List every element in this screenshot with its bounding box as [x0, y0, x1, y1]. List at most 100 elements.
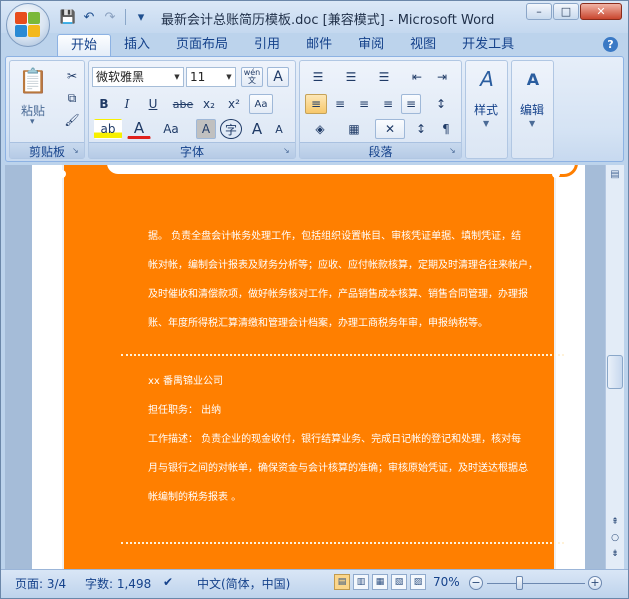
clipboard-launcher-icon[interactable]: ↘: [72, 146, 82, 156]
copy-icon[interactable]: ⧉: [62, 88, 82, 108]
document-area[interactable]: 据。 负责全盘会计帐务处理工作，包括组织设置帐目、审核凭证单据、填制凭证，结 帐…: [5, 165, 605, 569]
draft-icon[interactable]: ▨: [410, 574, 426, 590]
paste-dropdown-icon[interactable]: ▾: [30, 117, 35, 127]
redo-icon[interactable]: ↷: [101, 8, 119, 26]
maximize-button[interactable]: □: [553, 3, 579, 20]
editing-icon[interactable]: A: [520, 66, 546, 92]
undo-icon[interactable]: ↶: [80, 8, 98, 26]
zoom-level[interactable]: 70%: [433, 575, 460, 589]
office-button[interactable]: [6, 3, 50, 47]
proofing-icon[interactable]: ✔: [163, 575, 173, 589]
highlight-button[interactable]: ab: [94, 119, 122, 139]
editing-label[interactable]: 编辑: [520, 101, 544, 118]
char-shading-button[interactable]: A: [196, 119, 216, 139]
zoom-slider-track[interactable]: [487, 583, 585, 584]
line-spacing-button[interactable]: ↕: [426, 94, 456, 114]
help-icon[interactable]: ?: [603, 37, 618, 52]
enclose-chars-button[interactable]: 字: [220, 119, 242, 139]
font-size-combo[interactable]: 11 ▼: [186, 67, 236, 87]
tab-review[interactable]: 审阅: [345, 34, 397, 56]
chevron-down-icon[interactable]: ▼: [483, 119, 489, 128]
numbering-button[interactable]: ☰: [336, 67, 366, 87]
show-marks-button[interactable]: ¶: [435, 119, 457, 139]
select-browse-object-icon[interactable]: ○: [608, 533, 622, 545]
chevron-down-icon[interactable]: ▼: [223, 68, 235, 86]
paragraph-launcher-icon[interactable]: ↘: [449, 146, 459, 156]
font-color-button[interactable]: A: [127, 119, 151, 139]
outline-icon[interactable]: ▧: [391, 574, 407, 590]
phonetic-guide-button[interactable]: wén 文: [241, 67, 263, 87]
doc-paragraph-line: 帐编制的税务报表 。: [148, 492, 242, 503]
panel-knob-left: [58, 170, 66, 178]
asian-layout-button[interactable]: ✕: [375, 119, 405, 139]
italic-button[interactable]: I: [117, 94, 137, 114]
customize-qat-icon[interactable]: ▾: [132, 8, 150, 26]
increase-indent-button[interactable]: ⇥: [431, 67, 453, 87]
align-right-button[interactable]: ≡: [353, 94, 375, 114]
title-bar: 💾 ↶ ↷ ▾ 最新会计总账简历模板.doc [兼容模式] - Microsof…: [1, 1, 628, 47]
justify-button[interactable]: ≡: [377, 94, 399, 114]
grow-font-button[interactable]: A: [247, 119, 267, 139]
cut-icon[interactable]: ✂: [62, 66, 82, 86]
next-page-icon[interactable]: ⇟: [608, 549, 622, 561]
word-count[interactable]: 字数: 1,498: [85, 575, 151, 592]
strikethrough-button[interactable]: abe: [171, 94, 195, 114]
char-border-button[interactable]: A: [267, 67, 289, 87]
vertical-scrollbar[interactable]: ▤ ⇞ ○ ⇟: [605, 165, 624, 569]
superscript-button[interactable]: x²: [223, 94, 245, 114]
paste-icon[interactable]: 📋: [16, 65, 50, 97]
language-indicator[interactable]: 中文(简体，中国): [197, 575, 290, 592]
sort-button[interactable]: ↕: [410, 119, 432, 139]
resume-panel: 据。 负责全盘会计帐务处理工作，包括组织设置帐目、审核凭证单据、填制凭证，结 帐…: [58, 165, 578, 569]
font-group: 微软雅黑 ▼ 11 ▼ wén 文 A B I U abe x₂ x² Aa a…: [88, 60, 296, 159]
align-left-button[interactable]: ≡: [305, 94, 327, 114]
tab-page-layout[interactable]: 页面布局: [163, 34, 241, 56]
tab-insert[interactable]: 插入: [111, 34, 163, 56]
subscript-button[interactable]: x₂: [198, 94, 220, 114]
full-screen-reading-icon[interactable]: ▥: [353, 574, 369, 590]
tab-mailings[interactable]: 邮件: [293, 34, 345, 56]
print-layout-icon[interactable]: ▤: [334, 574, 350, 590]
styles-group[interactable]: A 样式 ▼: [465, 60, 508, 159]
clear-format-button[interactable]: Aa: [249, 94, 273, 114]
document-page[interactable]: 据。 负责全盘会计帐务处理工作，包括组织设置帐目、审核凭证单据、填制凭证，结 帐…: [32, 165, 585, 569]
minimize-button[interactable]: –: [526, 3, 552, 20]
chevron-down-icon[interactable]: ▼: [529, 119, 535, 128]
center-button[interactable]: ≡: [329, 94, 351, 114]
borders-button[interactable]: ▦: [339, 119, 369, 139]
tab-home[interactable]: 开始: [57, 34, 112, 56]
scrollbar-thumb[interactable]: [607, 355, 623, 389]
multilevel-list-button[interactable]: ☰: [369, 67, 399, 87]
editing-group[interactable]: A 编辑 ▼: [511, 60, 554, 159]
company-name: xx 番禺锦业公司: [148, 376, 224, 387]
save-icon[interactable]: 💾: [59, 8, 77, 26]
distributed-button[interactable]: ≡: [401, 94, 421, 114]
chevron-down-icon[interactable]: ▼: [171, 68, 183, 86]
decrease-indent-button[interactable]: ⇤: [406, 67, 428, 87]
bullets-button[interactable]: ☰: [303, 67, 333, 87]
close-button[interactable]: ✕: [580, 3, 622, 20]
font-size-value: 11: [190, 70, 206, 84]
tab-references[interactable]: 引用: [241, 34, 293, 56]
bold-button[interactable]: B: [94, 94, 114, 114]
tab-view[interactable]: 视图: [397, 34, 449, 56]
page-count[interactable]: 页面: 3/4: [15, 575, 66, 592]
previous-page-icon[interactable]: ⇞: [608, 517, 622, 529]
web-layout-icon[interactable]: ▦: [372, 574, 388, 590]
dotted-divider: [121, 354, 564, 356]
tab-developer[interactable]: 开发工具: [449, 34, 527, 56]
format-painter-icon[interactable]: 🖌: [62, 110, 82, 130]
shrink-font-button[interactable]: A: [269, 119, 289, 139]
styles-icon[interactable]: A: [474, 66, 500, 92]
zoom-in-icon[interactable]: +: [588, 576, 602, 590]
styles-label[interactable]: 样式: [474, 101, 498, 118]
underline-button[interactable]: U: [140, 94, 166, 114]
font-launcher-icon[interactable]: ↘: [283, 146, 293, 156]
zoom-out-icon[interactable]: −: [469, 576, 483, 590]
ruler-toggle-icon[interactable]: ▤: [608, 169, 622, 183]
change-case-button[interactable]: Aa: [156, 119, 186, 139]
shading-button[interactable]: ◈: [305, 119, 335, 139]
qat-separator: [125, 9, 126, 25]
font-name-combo[interactable]: 微软雅黑 ▼: [92, 67, 184, 87]
zoom-slider-thumb[interactable]: [516, 576, 523, 590]
